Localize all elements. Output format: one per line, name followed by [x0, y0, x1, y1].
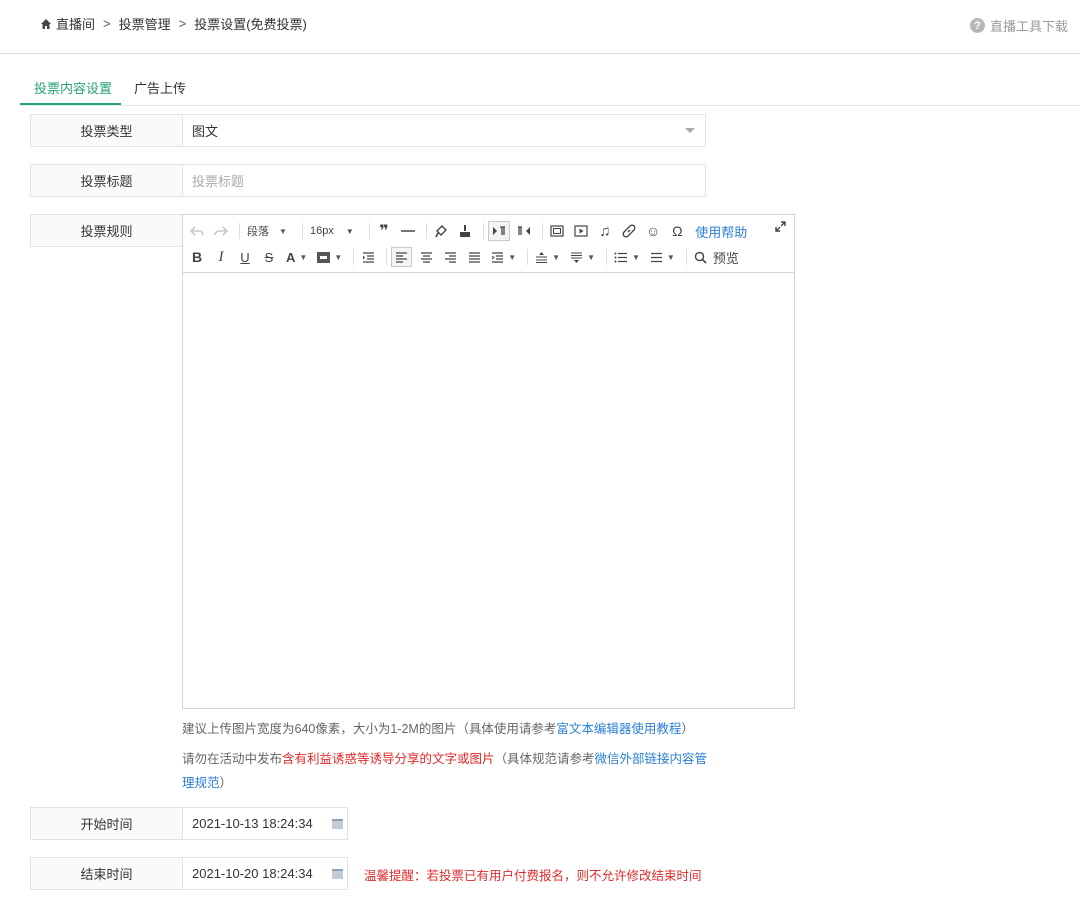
start-time-input[interactable]: 2021-10-13 18:24:34: [182, 807, 348, 840]
editor-toolbar: 段落 ▼ 16px ▼ ❞ ♫ ☺ Ω 使用帮助 B I U S A ▼ ▼ ▼…: [183, 215, 794, 273]
toolbar-divider: [606, 249, 607, 265]
end-time-warning: 温馨提醒：若投票已有用户付费报名，则不允许修改结束时间: [364, 869, 702, 883]
image-icon[interactable]: [547, 221, 567, 241]
bold-icon[interactable]: B: [187, 247, 207, 267]
ordered-list-icon[interactable]: ▼: [611, 247, 643, 267]
breadcrumb-item-vote-settings: 投票设置(免费投票): [194, 17, 307, 32]
rtl-icon[interactable]: [514, 221, 534, 241]
active-tab-indicator: [20, 103, 121, 105]
top-bar: 直播间 > 投票管理 > 投票设置(免费投票) ? 直播工具下载: [0, 0, 1080, 54]
paragraph-spacing-bottom-icon[interactable]: ▼: [567, 247, 598, 267]
breadcrumb-item-live-room[interactable]: 直播间: [56, 14, 95, 33]
vote-type-label: 投票类型: [30, 114, 182, 147]
download-tools-label: 直播工具下载: [989, 19, 1068, 34]
background-color-icon[interactable]: ▼: [314, 247, 345, 267]
align-right-icon[interactable]: [440, 247, 460, 267]
underline-icon[interactable]: U: [235, 247, 255, 267]
help-circle-icon: ?: [969, 18, 985, 33]
vote-type-select[interactable]: 图文: [182, 114, 706, 147]
paragraph-spacing-top-icon[interactable]: ▼: [532, 247, 563, 267]
download-tools-link[interactable]: ? 直播工具下载: [969, 16, 1068, 35]
vote-type-value: 图文: [192, 124, 219, 139]
vote-title-input[interactable]: 投票标题: [182, 164, 706, 197]
tab-vote-content-settings[interactable]: 投票内容设置: [34, 78, 112, 97]
paragraph-format-dropdown[interactable]: 段落 ▼: [244, 221, 294, 241]
redo-icon[interactable]: [211, 221, 231, 241]
end-time-label: 结束时间: [30, 857, 182, 890]
breadcrumb-separator: >: [178, 16, 187, 31]
toolbar-row-1: 段落 ▼ 16px ▼ ❞ ♫ ☺ Ω 使用帮助: [187, 218, 747, 244]
calendar-icon[interactable]: [332, 869, 343, 879]
editor-help-link[interactable]: 使用帮助: [695, 222, 747, 241]
music-icon[interactable]: ♫: [595, 221, 615, 241]
toolbar-divider: [353, 249, 355, 265]
toolbar-divider: [685, 249, 687, 265]
toolbar-divider: [369, 223, 370, 239]
vote-title-label: 投票标题: [30, 164, 182, 197]
breadcrumb-separator: >: [103, 16, 111, 31]
align-center-icon[interactable]: [416, 247, 436, 267]
toolbar-row-2: B I U S A ▼ ▼ ▼ ▼ ▼ ▼ ▼ 预览: [187, 244, 746, 270]
video-icon[interactable]: [571, 221, 591, 241]
end-time-input[interactable]: 2021-10-20 18:24:34: [182, 857, 348, 890]
rich-text-editor: 段落 ▼ 16px ▼ ❞ ♫ ☺ Ω 使用帮助 B I U S A ▼ ▼ ▼…: [182, 214, 795, 709]
horizontal-rule-icon[interactable]: [398, 221, 418, 241]
blockquote-icon[interactable]: ❞: [374, 221, 394, 241]
omega-icon[interactable]: Ω: [667, 221, 687, 241]
end-time-value: 2021-10-20 18:24:34: [192, 866, 313, 881]
toolbar-divider: [386, 249, 388, 265]
breadcrumb-item-vote-management[interactable]: 投票管理: [119, 14, 171, 33]
start-time-label: 开始时间: [30, 807, 182, 840]
toolbar-divider: [426, 223, 427, 239]
tab-bar: 投票内容设置 广告上传: [20, 70, 1080, 106]
start-time-value: 2021-10-13 18:24:34: [192, 816, 313, 831]
font-size-dropdown[interactable]: 16px ▼: [307, 221, 361, 241]
font-color-icon[interactable]: A ▼: [283, 247, 310, 267]
wechat-policy-link[interactable]: 微信外部链接内容管: [595, 752, 708, 766]
wechat-policy-link-continued[interactable]: 理规范: [182, 776, 220, 790]
preview-button[interactable]: 预览: [691, 247, 742, 267]
caret-down-icon: ▼: [279, 226, 287, 236]
paragraph-format-label: 段落: [247, 226, 269, 238]
calendar-icon[interactable]: [332, 819, 343, 829]
vote-rules-label: 投票规则: [30, 214, 182, 247]
tab-ad-upload[interactable]: 广告上传: [134, 78, 186, 97]
emoji-icon[interactable]: ☺: [643, 221, 663, 241]
undo-icon[interactable]: [187, 221, 207, 241]
home-icon: [41, 18, 51, 29]
toolbar-divider: [239, 223, 240, 239]
policy-warning-text: 含有利益诱惑等诱导分享的文字或图片: [282, 752, 495, 766]
ltr-icon[interactable]: [488, 221, 510, 241]
expand-icon[interactable]: [775, 221, 786, 235]
italic-icon[interactable]: I: [211, 247, 231, 267]
chevron-down-icon: [685, 128, 695, 133]
breadcrumb: 直播间 > 投票管理 > 投票设置(免费投票): [40, 14, 307, 33]
font-size-label: 16px: [310, 225, 334, 237]
rich-text-tutorial-link[interactable]: 富文本编辑器使用教程: [556, 722, 681, 736]
upload-hint: 建议上传图片宽度为640像素，大小为1-2M的图片（具体使用请参考富文本编辑器使…: [182, 722, 694, 736]
unordered-list-icon[interactable]: ▼: [647, 247, 678, 267]
strikethrough-icon[interactable]: S: [259, 247, 279, 267]
toolbar-divider: [542, 223, 543, 239]
indent-icon[interactable]: [358, 247, 378, 267]
format-brush-icon[interactable]: [431, 221, 451, 241]
toolbar-divider: [527, 249, 529, 265]
caret-down-icon: ▼: [345, 226, 354, 236]
line-height-icon[interactable]: ▼: [488, 247, 519, 267]
clear-format-icon[interactable]: [455, 221, 475, 241]
align-left-icon[interactable]: [391, 247, 413, 267]
policy-hint-line-2: 理规范）: [182, 776, 233, 790]
preview-icon: [694, 251, 707, 264]
vote-title-placeholder: 投票标题: [192, 174, 245, 189]
preview-label: 预览: [712, 250, 739, 266]
policy-hint: 请勿在活动中发布含有利益诱惑等诱导分享的文字或图片（具体规范请参考微信外部链接内…: [182, 752, 708, 766]
toolbar-divider: [302, 223, 303, 239]
link-icon[interactable]: [619, 221, 639, 241]
toolbar-divider: [483, 223, 484, 239]
editor-content-area[interactable]: [183, 273, 794, 708]
justify-icon[interactable]: [464, 247, 484, 267]
